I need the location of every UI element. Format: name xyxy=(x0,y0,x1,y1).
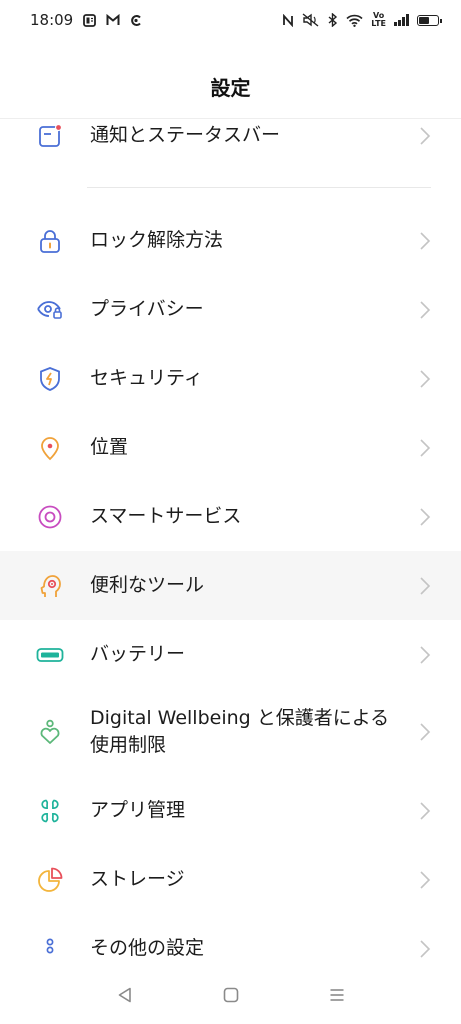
settings-item-notifications[interactable]: 通知とステータスバー xyxy=(0,101,461,170)
status-right: Vo LTE xyxy=(282,11,442,28)
item-label: その他の設定 xyxy=(90,937,205,959)
item-label-line2: 使用制限 xyxy=(90,734,167,756)
recents-icon[interactable] xyxy=(328,986,346,1004)
chevron-right-icon xyxy=(420,723,431,741)
chevron-right-icon xyxy=(420,939,431,958)
settings-item-privacy[interactable]: プライバシー xyxy=(0,275,461,344)
item-label-line1: Digital Wellbeing と保護者による xyxy=(90,707,390,729)
location-pin-icon xyxy=(36,434,64,462)
item-label: 通知とステータスバー xyxy=(90,124,281,146)
settings-item-app-management[interactable]: アプリ管理 xyxy=(0,776,461,845)
settings-item-location[interactable]: 位置 xyxy=(0,413,461,482)
back-icon[interactable] xyxy=(116,986,134,1004)
item-label: セキュリティ xyxy=(90,367,203,389)
navigation-bar xyxy=(0,966,461,1024)
chevron-right-icon xyxy=(420,576,431,595)
item-label: ストレージ xyxy=(90,868,185,890)
item-label: プライバシー xyxy=(90,298,204,320)
settings-item-lock[interactable]: ロック解除方法 xyxy=(0,206,461,275)
settings-item-digital-wellbeing[interactable]: Digital Wellbeing と保護者による 使用制限 xyxy=(0,689,461,775)
item-label: 便利なツール xyxy=(90,574,205,596)
chevron-right-icon xyxy=(420,300,431,319)
item-label: スマートサービス xyxy=(90,505,242,527)
storage-pie-icon xyxy=(36,866,64,894)
status-time: 18:09 xyxy=(30,11,74,29)
more-settings-icon xyxy=(36,935,64,963)
section-divider xyxy=(87,187,431,188)
item-label: アプリ管理 xyxy=(90,799,186,821)
settings-item-storage[interactable]: ストレージ xyxy=(0,845,461,914)
battery-icon xyxy=(36,641,64,669)
privacy-eye-icon xyxy=(36,296,64,324)
home-icon[interactable] xyxy=(222,986,240,1004)
app-management-icon xyxy=(36,797,64,825)
signal-icon xyxy=(394,14,409,26)
wellbeing-heart-icon xyxy=(36,718,64,746)
news-icon xyxy=(83,13,97,27)
status-left: 18:09 xyxy=(30,11,142,29)
volte-icon: Vo LTE xyxy=(371,11,386,28)
nfc-icon xyxy=(283,13,294,27)
gmail-icon xyxy=(106,14,120,25)
lock-icon xyxy=(36,227,64,255)
chevron-right-icon xyxy=(420,369,431,388)
item-label: バッテリー xyxy=(90,643,186,665)
item-label: 位置 xyxy=(90,436,129,458)
settings-item-smart-services[interactable]: スマートサービス xyxy=(0,482,461,551)
shield-icon xyxy=(36,365,64,393)
settings-item-battery[interactable]: バッテリー xyxy=(0,620,461,689)
settings-item-security[interactable]: セキュリティ xyxy=(0,344,461,413)
wifi-icon xyxy=(346,14,363,27)
notification-icon xyxy=(36,122,64,150)
mute-icon xyxy=(302,13,319,27)
chevron-right-icon xyxy=(420,231,431,250)
settings-item-tools[interactable]: 便利なツール xyxy=(0,551,461,620)
smart-service-icon xyxy=(36,503,64,531)
c-app-icon xyxy=(131,14,141,26)
item-label: ロック解除方法 xyxy=(90,229,224,251)
status-bar: 18:09 Vo LTE xyxy=(0,0,461,40)
tools-head-icon xyxy=(36,572,64,600)
battery-status-icon xyxy=(417,14,442,26)
bluetooth-icon xyxy=(328,13,338,27)
chevron-right-icon xyxy=(420,507,431,526)
chevron-right-icon xyxy=(420,126,431,145)
item-label: Digital Wellbeing と保護者による 使用制限 xyxy=(90,705,389,759)
chevron-right-icon xyxy=(420,438,431,457)
chevron-right-icon xyxy=(420,870,431,889)
chevron-right-icon xyxy=(420,801,431,820)
chevron-right-icon xyxy=(420,645,431,664)
